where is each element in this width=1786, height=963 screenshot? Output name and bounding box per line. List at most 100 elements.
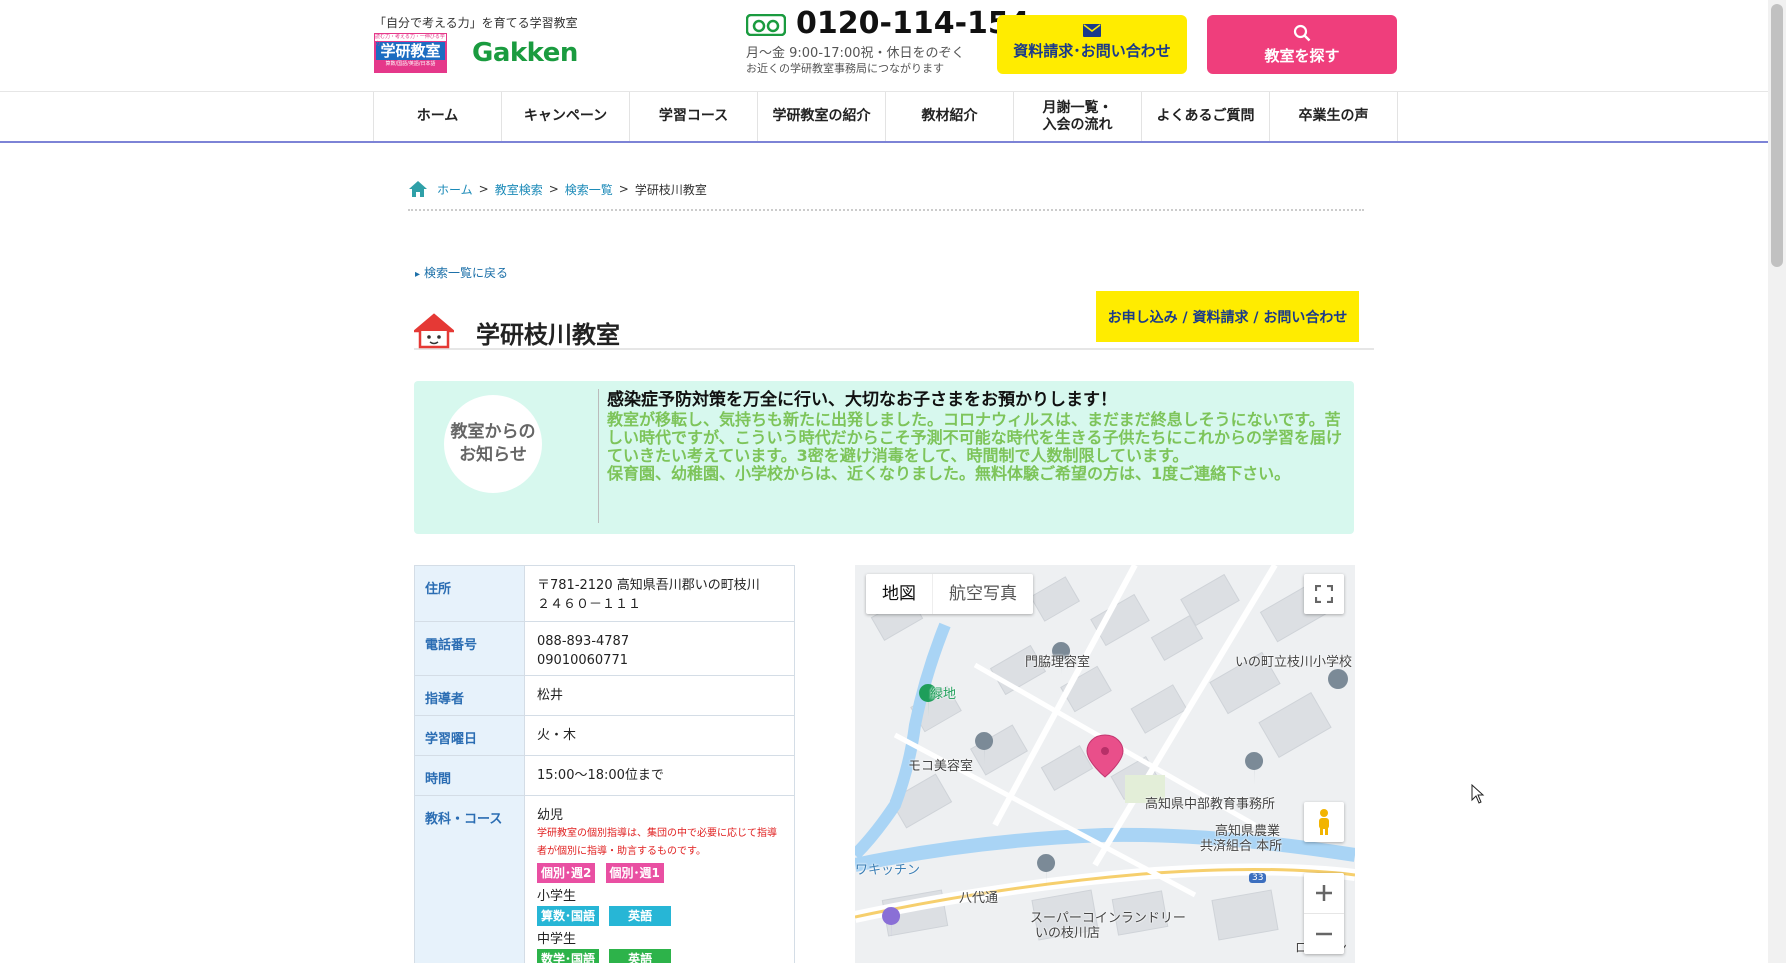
address-line1: 〒781-2120 高知県吾川郡いの町枝川 bbox=[537, 578, 760, 593]
course-note-2: 者が個別に指導・助言するものです。 bbox=[537, 846, 706, 857]
fullscreen-button[interactable] bbox=[1304, 574, 1344, 614]
notice-headline: 感染症予防対策を万全に行い、大切なお子さまをお預かりします！ bbox=[607, 390, 1117, 410]
phone-hours: 月～金 9:00-17:00祝・休日をのぞく bbox=[746, 46, 965, 61]
time-value: 15:00～18:00位まで bbox=[524, 755, 795, 796]
address-label: 住所 bbox=[414, 565, 525, 622]
page-scrollbar[interactable] bbox=[1768, 0, 1786, 963]
breadcrumb-sep: > bbox=[478, 182, 489, 196]
table-row: 指導者 松井 bbox=[414, 675, 795, 716]
breadcrumb-sep: > bbox=[618, 182, 629, 196]
request-info-button[interactable]: 資料請求･お問い合わせ bbox=[997, 15, 1187, 74]
nav-item-materials[interactable]: 教材紹介 bbox=[886, 92, 1014, 141]
nav-item-campaign[interactable]: キャンペーン bbox=[502, 92, 630, 141]
map-label-laundry2: いの枝川店 bbox=[1035, 926, 1101, 941]
map-label-salon: 門脇理容室 bbox=[1025, 655, 1091, 670]
phone-2[interactable]: 09010060771 bbox=[537, 651, 794, 670]
logo-sub-text: 算数/国語/英語/日本語 bbox=[385, 61, 436, 67]
mail-icon bbox=[1083, 24, 1101, 37]
time-label: 時間 bbox=[414, 755, 525, 796]
table-row: 住所 〒781-2120 高知県吾川郡いの町枝川 ２４６０－１１１ bbox=[414, 565, 795, 622]
breadcrumb-home[interactable]: ホーム bbox=[437, 181, 473, 198]
zoom-controls bbox=[1304, 873, 1344, 954]
table-row: 電話番号 088-893-4787 09010060771 bbox=[414, 621, 795, 676]
course-junior: 中学生 bbox=[537, 932, 577, 947]
search-icon bbox=[1293, 24, 1311, 42]
teacher-value: 松井 bbox=[524, 675, 795, 716]
gakken-brand-logo[interactable]: Gakken bbox=[472, 38, 578, 68]
back-to-list-link[interactable]: 検索一覧に戻る bbox=[415, 264, 508, 281]
classroom-info-table: 住所 〒781-2120 高知県吾川郡いの町枝川 ２４６０－１１１ 電話番号 0… bbox=[414, 565, 795, 963]
pegman-icon bbox=[1319, 809, 1329, 835]
notice-label: 教室からの お知らせ bbox=[444, 395, 542, 493]
page-title: 学研枝川教室 bbox=[476, 321, 620, 349]
house-mascot-icon bbox=[414, 313, 454, 349]
zoom-in-button[interactable] bbox=[1304, 874, 1344, 914]
days-label: 学習曜日 bbox=[414, 715, 525, 756]
map-tab-aerial[interactable]: 航空写真 bbox=[932, 574, 1033, 614]
phone-1[interactable]: 088-893-4787 bbox=[537, 632, 794, 651]
table-row: 学習曜日 火・木 bbox=[414, 715, 795, 756]
address-line2: ２４６０－１１１ bbox=[537, 597, 642, 612]
nav-item-about[interactable]: 学研教室の紹介 bbox=[758, 92, 886, 141]
map-type-tabs: 地図 航空写真 bbox=[866, 574, 1033, 614]
table-row: 時間 15:00～18:00位まで bbox=[414, 755, 795, 796]
logo-main-text: 学研教室 bbox=[376, 42, 445, 60]
find-classroom-label: 教室を探す bbox=[1264, 47, 1340, 65]
tag-math-jp-junior: 数学･国語 bbox=[537, 949, 599, 963]
apply-inquiry-button[interactable]: お申し込み / 資料請求 / お問い合わせ bbox=[1096, 291, 1359, 342]
nav-item-fees[interactable]: 月謝一覧・ 入会の流れ bbox=[1014, 92, 1142, 141]
mouse-cursor-icon bbox=[1471, 784, 1485, 804]
nav-item-course[interactable]: 学習コース bbox=[630, 92, 758, 141]
street-view-button[interactable] bbox=[1304, 802, 1344, 842]
days-value: 火・木 bbox=[524, 715, 795, 756]
logo-top-text: 読む力・考える力・一伸びる学力 bbox=[375, 34, 446, 47]
global-nav: ホーム キャンペーン 学習コース 学研教室の紹介 教材紹介 月謝一覧・ 入会の流… bbox=[0, 92, 1768, 143]
tagline: 「自分で考える力」を育てる学習教室 bbox=[374, 16, 578, 30]
freedial-icon bbox=[746, 14, 786, 36]
course-elementary: 小学生 bbox=[537, 889, 577, 904]
map-label-office: 高知県中部教育事務所 bbox=[1145, 797, 1276, 812]
notice-body-2: 保育園、幼稚園、小学校からは、近くなりました。無料体験ご希望の方は、1度ご連絡下… bbox=[607, 464, 1291, 483]
breadcrumb-current: 学研枝川教室 bbox=[634, 182, 707, 197]
breadcrumb-list[interactable]: 検索一覧 bbox=[565, 181, 613, 198]
course-preschool: 幼児 bbox=[537, 808, 564, 823]
tag-math-jp: 算数･国語 bbox=[537, 906, 599, 926]
map-label-beauty: モコ美容室 bbox=[908, 759, 974, 774]
course-value: 幼児 学研教室の個別指導は、集団の中で必要に応じて指導 者が個別に指導・助言する… bbox=[524, 795, 795, 963]
map-label-park: 緑地 bbox=[930, 687, 957, 702]
route-shield: 33 bbox=[1249, 873, 1267, 883]
tag-english: 英語 bbox=[609, 906, 672, 926]
find-classroom-button[interactable]: 教室を探す bbox=[1207, 15, 1397, 74]
tag-weekly1: 個別･週1 bbox=[605, 863, 664, 883]
map-label-yashiro: 八代通 bbox=[959, 891, 999, 906]
notice-text: 感染症予防対策を万全に行い、大切なお子さまをお預かりします！ 教室が移転し、気持… bbox=[607, 391, 1347, 483]
nav-item-home[interactable]: ホーム bbox=[374, 92, 502, 141]
breadcrumb-sep: > bbox=[548, 182, 559, 196]
fullscreen-icon bbox=[1315, 585, 1333, 603]
course-label: 教科・コース bbox=[414, 795, 525, 963]
course-note-1: 学研教室の個別指導は、集団の中で必要に応じて指導 bbox=[537, 828, 777, 839]
phone-note: お近くの学研教室事務局につながります bbox=[746, 62, 944, 75]
site-header: 「自分で考える力」を育てる学習教室 読む力・考える力・一伸びる学力 学研教室 算… bbox=[0, 0, 1768, 92]
breadcrumb-search[interactable]: 教室検索 bbox=[495, 181, 543, 198]
nav-item-graduates[interactable]: 卒業生の声 bbox=[1270, 92, 1398, 141]
phone-label: 電話番号 bbox=[414, 621, 525, 676]
plus-icon bbox=[1316, 885, 1332, 901]
zoom-out-button[interactable] bbox=[1304, 914, 1344, 954]
table-row: 教科・コース 幼児 学研教室の個別指導は、集団の中で必要に応じて指導 者が個別に… bbox=[414, 795, 795, 963]
map-label-kitchen: ワキッチン bbox=[855, 863, 921, 878]
request-info-label: 資料請求･お問い合わせ bbox=[1013, 42, 1171, 60]
map-label-coop2: 共済組合 本所 bbox=[1200, 839, 1283, 854]
home-icon[interactable] bbox=[408, 180, 428, 198]
phone-number[interactable]: 0120-114-154 bbox=[796, 6, 1030, 41]
gakken-kyoshitsu-logo[interactable]: 読む力・考える力・一伸びる学力 学研教室 算数/国語/英語/日本語 bbox=[374, 33, 447, 73]
map-tab-map[interactable]: 地図 bbox=[866, 574, 932, 614]
address-value: 〒781-2120 高知県吾川郡いの町枝川 ２４６０－１１１ bbox=[524, 565, 795, 622]
tag-weekly2: 個別･週2 bbox=[537, 863, 596, 883]
nav-item-faq[interactable]: よくあるご質問 bbox=[1142, 92, 1270, 141]
tag-english-junior: 英語 bbox=[609, 949, 672, 963]
scrollbar-thumb[interactable] bbox=[1771, 4, 1783, 267]
classroom-notice: 教室からの お知らせ 感染症予防対策を万全に行い、大切なお子さまをお預かりします… bbox=[414, 381, 1354, 534]
classroom-map[interactable]: 門脇理容室 いの町立枝川小学校 緑地 モコ美容室 高知県中部教育事務所 高知県農… bbox=[855, 565, 1355, 963]
breadcrumb: ホーム > 教室検索 > 検索一覧 > 学研枝川教室 bbox=[408, 177, 1364, 211]
